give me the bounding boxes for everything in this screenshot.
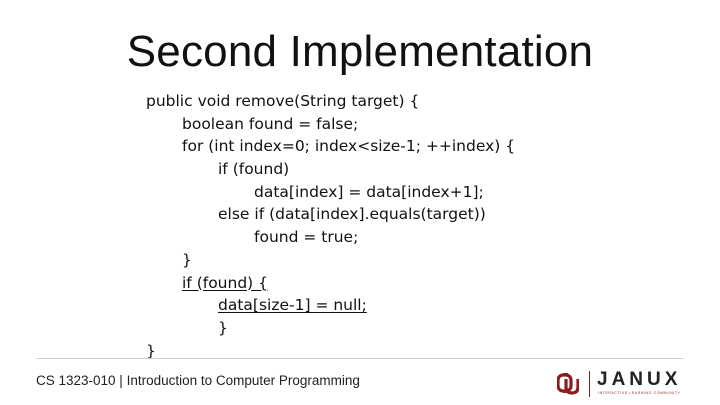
slide: Second Implementation public void remove… (0, 0, 720, 405)
slide-title: Second Implementation (126, 27, 594, 76)
ou-logo-icon (557, 373, 579, 395)
code-line-underlined: data[size-1] = null; (146, 294, 515, 317)
janux-logo: JANUX (597, 369, 682, 390)
code-line: boolean found = false; (182, 114, 359, 133)
code-line: else if (data[index].equals(target)) (218, 205, 486, 224)
code-block: public void remove(String target) { bool… (146, 90, 515, 362)
course-footer: CS 1323-010 | Introduction to Computer P… (36, 373, 360, 388)
code-line: } (182, 250, 192, 269)
code-line: } (218, 318, 228, 337)
code-line: public void remove(String target) { (146, 92, 420, 110)
code-line: found = true; (254, 228, 359, 247)
code-line: for (int index=0; index<size-1; ++index)… (182, 137, 516, 156)
code-line: if (found) (218, 160, 290, 179)
code-line-underlined: if (found) { (146, 272, 515, 295)
underlined-code-text: data[size-1] = null; (218, 296, 367, 315)
footer-divider (36, 358, 684, 359)
janux-tagline: INTERACTIVE LEARNING COMMUNITY (598, 391, 681, 395)
underlined-code-text: if (found) { (182, 273, 268, 292)
code-line: data[index] = data[index+1]; (254, 182, 484, 201)
logo-divider (589, 371, 590, 397)
